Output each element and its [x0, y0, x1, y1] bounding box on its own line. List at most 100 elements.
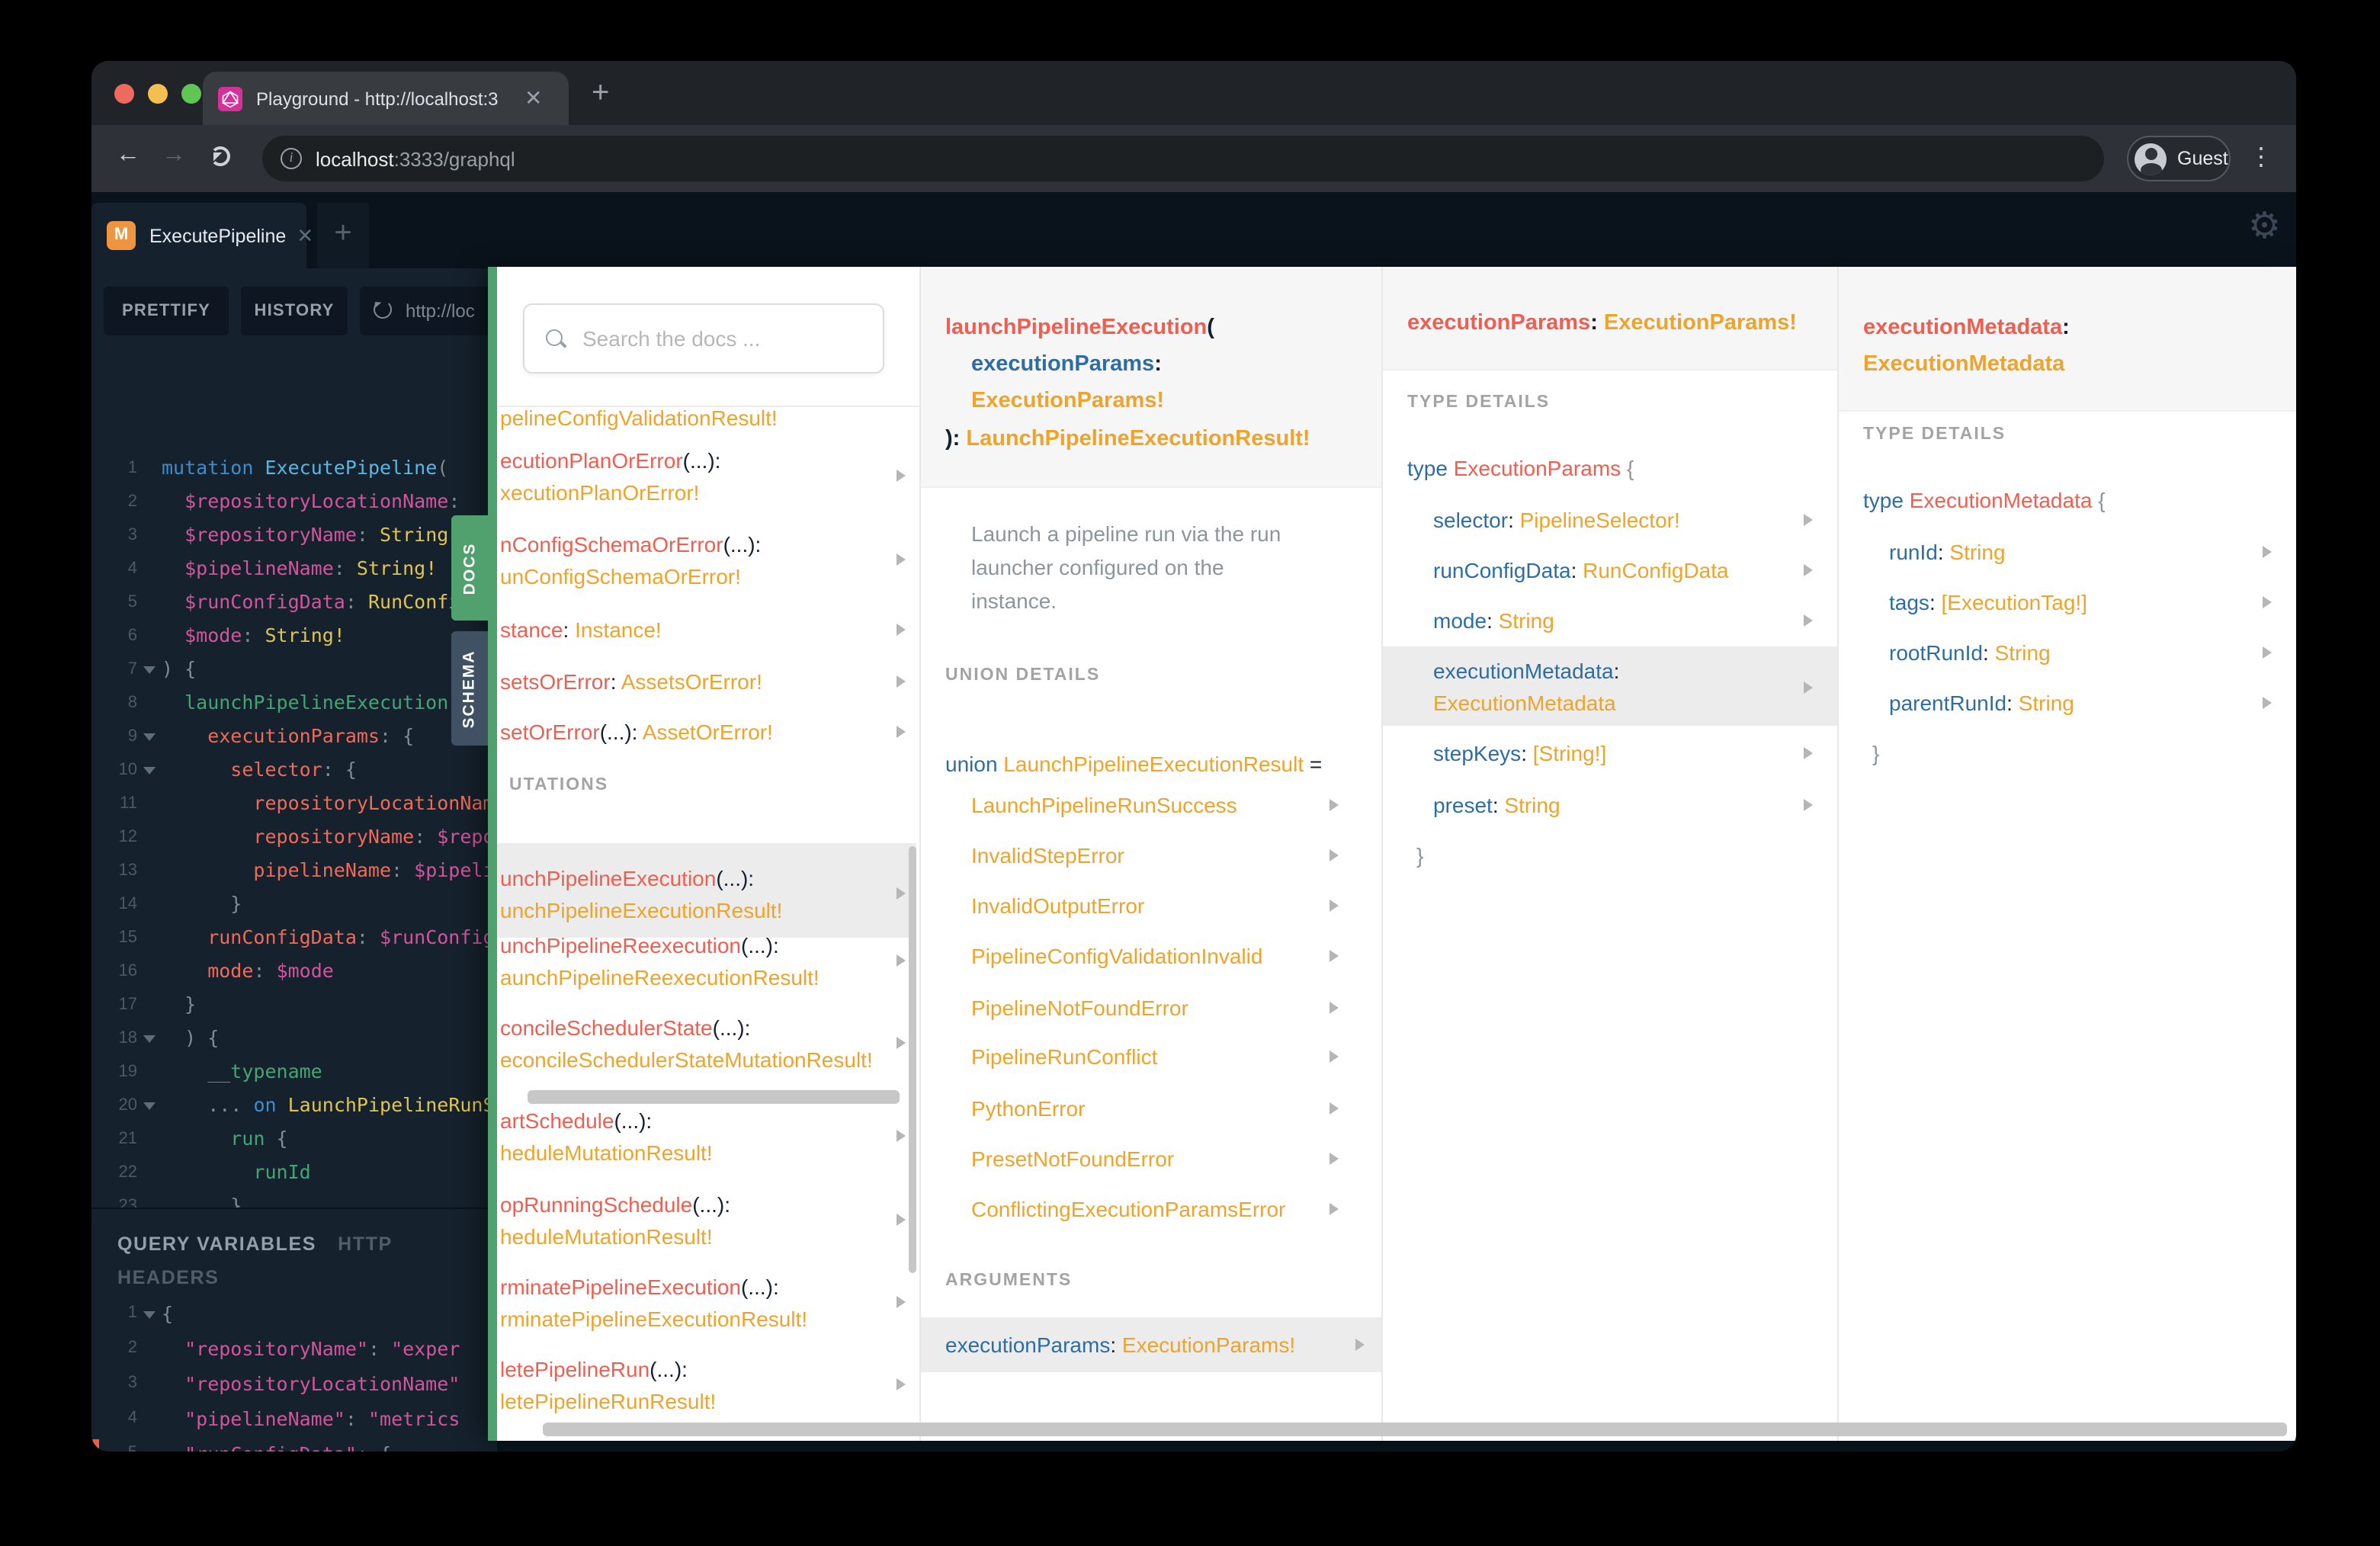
chevron-right-icon: [1804, 614, 1813, 627]
union-member[interactable]: PipelineConfigValidationInvalid: [971, 941, 1262, 971]
chevron-right-icon: [1330, 1203, 1339, 1215]
code-line: 22 runId: [118, 1160, 311, 1183]
chevron-right-icon: [897, 1130, 906, 1142]
doc-item[interactable]: heduleMutationResult!: [500, 1137, 713, 1168]
doc-item[interactable]: stance: Instance!: [500, 614, 662, 645]
union-member[interactable]: PipelineNotFoundError: [971, 993, 1188, 1023]
code-line: 15 runConfigData: $runConfigData: [118, 925, 498, 948]
col1-vertical-scrollbar[interactable]: [909, 846, 916, 1273]
chevron-right-icon: [1330, 1153, 1339, 1165]
argument-row[interactable]: executionParams: ExecutionParams!: [945, 1329, 1295, 1360]
screen: Playground - http://localhost:3 ✕ + ← → …: [0, 0, 2380, 1546]
union-member[interactable]: InvalidStepError: [971, 840, 1124, 871]
minimize-window-button[interactable]: [148, 84, 168, 104]
union-member[interactable]: LaunchPipelineRunSuccess: [971, 790, 1237, 820]
doc-item[interactable]: aunchPipelineReexecutionResult!: [500, 962, 820, 993]
type-field[interactable]: runConfigData: RunConfigData: [1433, 555, 1729, 585]
doc-item[interactable]: ecutionPlanOrError(...):: [500, 445, 720, 476]
doc-item[interactable]: heduleMutationResult!: [500, 1221, 713, 1252]
type-field[interactable]: rootRunId: String: [1889, 637, 2051, 668]
browser-toolbar: ← → i localhost:3333/graphql Guest ⋮: [91, 125, 2296, 192]
browser-menu-icon[interactable]: ⋮: [2249, 142, 2273, 172]
code-line: 21 run {: [118, 1127, 288, 1150]
type-declaration: type ExecutionParams {: [1407, 456, 1634, 480]
tab-close-icon[interactable]: ✕: [524, 85, 542, 111]
reload-icon[interactable]: [210, 146, 230, 166]
code-line: 4 $pipelineName: String!: [127, 556, 438, 579]
doc-item[interactable]: unchPipelineExecutionResult!: [500, 895, 782, 925]
chevron-right-icon: [1804, 564, 1813, 576]
endpoint-input[interactable]: http://loc: [360, 287, 497, 335]
code-line: 19 __typename: [118, 1060, 322, 1083]
prettify-button[interactable]: PRETTIFY: [104, 287, 229, 335]
tab-docs[interactable]: DOCS: [451, 515, 488, 621]
history-button[interactable]: HISTORY: [241, 287, 348, 335]
doc-item[interactable]: opRunningSchedule(...):: [500, 1189, 730, 1220]
doc-item[interactable]: artSchedule(...):: [500, 1105, 652, 1136]
doc-item[interactable]: unchPipelineReexecution(...):: [500, 930, 779, 961]
site-info-icon[interactable]: i: [281, 148, 302, 169]
tab-query-variables[interactable]: QUERY VARIABLES: [117, 1233, 316, 1255]
type-field[interactable]: stepKeys: [String!]: [1433, 738, 1606, 768]
doc-item[interactable]: concileSchedulerState(...):: [500, 1012, 750, 1043]
doc-item[interactable]: unConfigSchemaOrError!: [500, 561, 741, 592]
chevron-right-icon: [897, 726, 906, 738]
code-line: 1 mutation ExecutePipeline(: [127, 456, 449, 479]
docs-edge-strip: [488, 267, 497, 1441]
doc-item[interactable]: nConfigSchemaOrError(...):: [500, 529, 761, 560]
maximize-window-button[interactable]: [181, 84, 201, 104]
doc-item[interactable]: rminatePipelineExecutionResult!: [500, 1304, 807, 1334]
chevron-right-icon: [1804, 514, 1813, 526]
type-field[interactable]: tags: [ExecutionTag!]: [1889, 587, 2087, 617]
new-tab-button[interactable]: +: [592, 76, 609, 111]
doc-item[interactable]: letePipelineRun(...):: [500, 1354, 688, 1384]
doc-item[interactable]: xecutionPlanOrError!: [500, 477, 699, 508]
code-line: 12 repositoryName: $repositoryName: [118, 825, 498, 848]
close-window-button[interactable]: [114, 84, 134, 104]
doc-item[interactable]: setsOrError: AssetsOrError!: [500, 666, 762, 697]
chevron-right-icon: [2263, 697, 2272, 709]
code-line: 2 $repositoryLocationName:: [127, 489, 460, 512]
type-field[interactable]: executionMetadata:: [1433, 656, 1619, 686]
code-line: 7) {: [127, 657, 197, 680]
code-line: 23 }: [118, 1194, 242, 1208]
query-editor[interactable]: 1 mutation ExecutePipeline( 2 $repositoryL…: [91, 421, 498, 1208]
profile-button[interactable]: Guest: [2127, 136, 2231, 181]
type-field[interactable]: runId: String: [1889, 537, 2006, 567]
address-bar[interactable]: i localhost:3333/graphql: [262, 136, 2104, 181]
back-icon[interactable]: ←: [116, 142, 140, 169]
type-field[interactable]: parentRunId: String: [1889, 688, 2074, 718]
tab-schema[interactable]: SCHEMA: [451, 631, 488, 746]
doc-item[interactable]: letePipelineRunResult!: [500, 1386, 716, 1416]
union-member[interactable]: PythonError: [971, 1093, 1085, 1124]
browser-tab-title: Playground - http://localhost:3: [256, 88, 499, 109]
docs-search-input[interactable]: Search the docs ...: [523, 303, 884, 374]
doc-item[interactable]: rminatePipelineExecution(...):: [500, 1272, 779, 1302]
type-field[interactable]: preset: String: [1433, 790, 1560, 820]
variables-line: 4 "pipelineName": "metrics: [127, 1407, 460, 1430]
union-member[interactable]: InvalidOutputError: [971, 890, 1144, 921]
field-description: instance.: [971, 589, 1057, 613]
type-field[interactable]: mode: String: [1433, 605, 1554, 636]
doc-item[interactable]: setOrError(...): AssetOrError!: [500, 717, 773, 747]
editor-body: PRETTIFY HISTORY http://loc 1 mutation Ex…: [91, 268, 497, 1451]
union-member[interactable]: ConflictingExecutionParamsError: [971, 1194, 1285, 1224]
type-field[interactable]: selector: PipelineSelector!: [1433, 505, 1680, 535]
doc-item[interactable]: unchPipelineExecution(...):: [500, 863, 754, 893]
forward-icon[interactable]: →: [162, 142, 186, 169]
union-member[interactable]: PipelineRunConflict: [971, 1041, 1157, 1072]
union-member[interactable]: PresetNotFoundError: [971, 1143, 1174, 1174]
code-line: 16 mode: $mode: [118, 959, 334, 982]
doc-item[interactable]: pelineConfigValidationResult!: [500, 403, 778, 433]
code-line: 6 $mode: String!: [127, 624, 345, 646]
chevron-right-icon: [2263, 596, 2272, 608]
gear-icon[interactable]: ⚙: [2248, 204, 2281, 249]
avatar-icon: [2135, 143, 2167, 175]
url-host: localhost: [316, 147, 394, 170]
chevron-right-icon: [1804, 799, 1813, 811]
doc-item[interactable]: econcileSchedulerStateMutationResult!: [500, 1044, 873, 1075]
browser-tab[interactable]: Playground - http://localhost:3 ✕: [203, 72, 569, 125]
search-icon: [546, 329, 566, 348]
docs-horizontal-scrollbar[interactable]: [543, 1423, 2287, 1436]
endpoint-reload-icon: [374, 300, 392, 319]
